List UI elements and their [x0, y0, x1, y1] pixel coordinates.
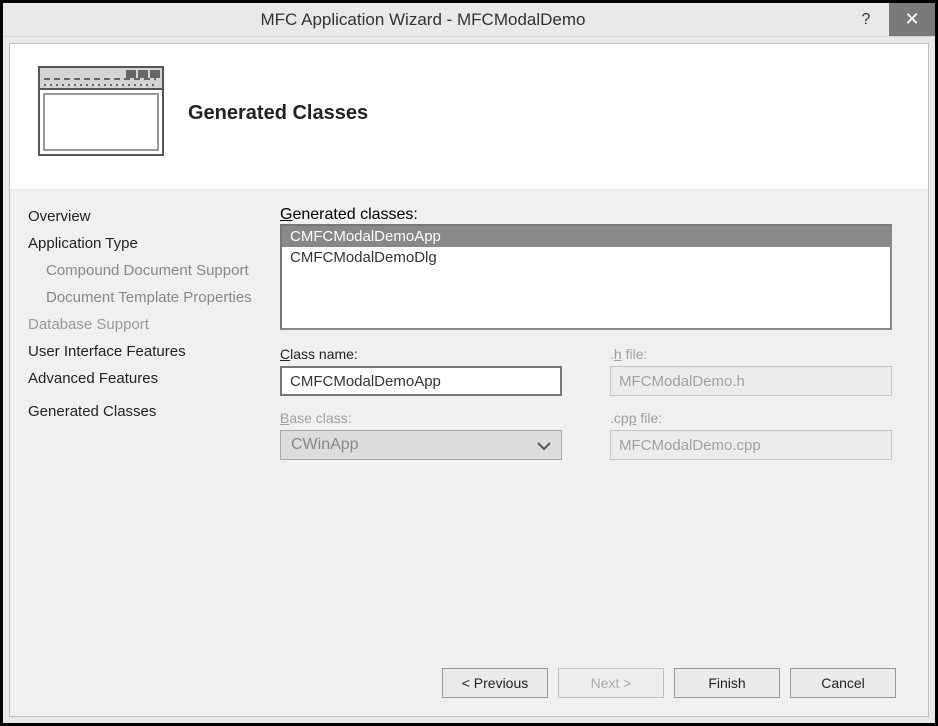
- h-file-label: .h file:: [610, 346, 892, 362]
- window-title: MFC Application Wizard - MFCModalDemo: [3, 10, 843, 30]
- wizard-window: MFC Application Wizard - MFCModalDemo ? …: [0, 0, 938, 726]
- previous-button[interactable]: < Previous: [442, 668, 548, 698]
- wizard-sidebar: Overview Application Type Compound Docum…: [10, 190, 266, 654]
- page-title: Generated Classes: [188, 102, 368, 125]
- wizard-header: Generated Classes: [10, 44, 928, 189]
- close-icon: ✕: [904, 9, 919, 30]
- sidebar-item-compound-document[interactable]: Compound Document Support: [28, 262, 266, 279]
- sidebar-item-advanced-features[interactable]: Advanced Features: [28, 370, 266, 387]
- content-area: Overview Application Type Compound Docum…: [10, 189, 928, 654]
- cpp-file-input: [610, 430, 892, 460]
- list-item[interactable]: CMFCModalDemoDlg: [282, 247, 890, 268]
- sidebar-item-doc-template-props[interactable]: Document Template Properties: [28, 289, 266, 306]
- help-button[interactable]: ?: [843, 3, 889, 36]
- sidebar-item-overview[interactable]: Overview: [28, 208, 266, 225]
- main-panel: Generated classes: CMFCModalDemoApp CMFC…: [266, 190, 928, 654]
- titlebar: MFC Application Wizard - MFCModalDemo ? …: [3, 3, 935, 37]
- list-item[interactable]: CMFCModalDemoApp: [282, 226, 890, 247]
- sidebar-item-generated-classes[interactable]: Generated Classes: [28, 403, 266, 420]
- base-class-value: CWinApp: [291, 436, 359, 454]
- chevron-down-icon: [537, 437, 551, 453]
- form-row-1: Class name: .h file:: [280, 346, 892, 396]
- sidebar-item-database-support[interactable]: Database Support: [28, 316, 266, 333]
- generated-classes-listbox[interactable]: CMFCModalDemoApp CMFCModalDemoDlg: [280, 224, 892, 330]
- wizard-footer: < Previous Next > Finish Cancel: [10, 654, 928, 716]
- cpp-file-label: .cpp file:: [610, 410, 892, 426]
- close-button[interactable]: ✕: [889, 3, 935, 36]
- cancel-button[interactable]: Cancel: [790, 668, 896, 698]
- generated-classes-label: Generated classes:: [280, 206, 892, 224]
- help-icon: ?: [862, 11, 871, 29]
- base-class-select: CWinApp: [280, 430, 562, 460]
- next-button: Next >: [558, 668, 664, 698]
- sidebar-item-application-type[interactable]: Application Type: [28, 235, 266, 252]
- finish-button[interactable]: Finish: [674, 668, 780, 698]
- class-name-input[interactable]: [280, 366, 562, 396]
- titlebar-buttons: ? ✕: [843, 3, 935, 36]
- h-file-input: [610, 366, 892, 396]
- header-window-icon: [38, 66, 164, 161]
- class-name-label: Class name:: [280, 346, 562, 362]
- form-row-2: Base class: CWinApp .cpp file:: [280, 410, 892, 460]
- sidebar-item-ui-features[interactable]: User Interface Features: [28, 343, 266, 360]
- base-class-label: Base class:: [280, 410, 562, 426]
- wizard-body: Generated Classes Overview Application T…: [9, 43, 929, 717]
